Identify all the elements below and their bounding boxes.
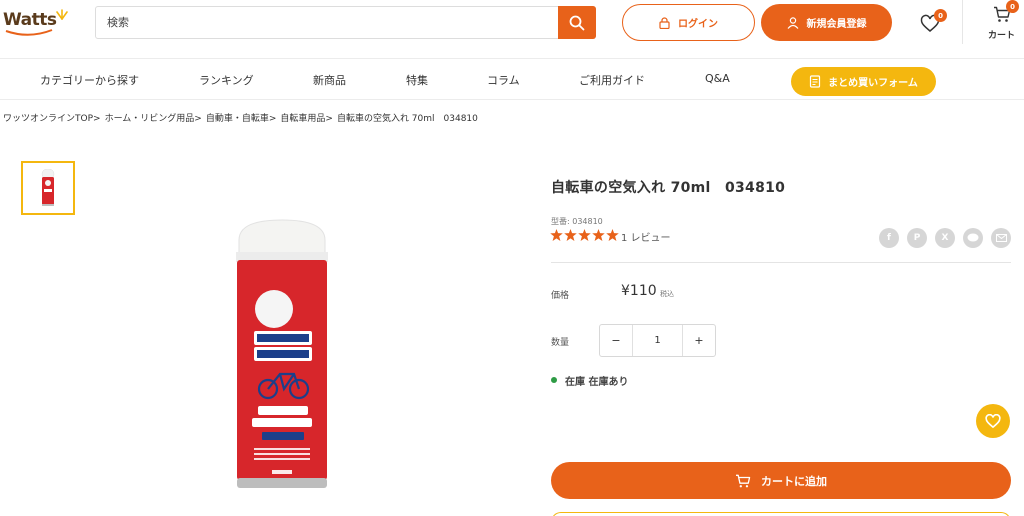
- login-label: ログイン: [678, 19, 718, 30]
- favorites-button[interactable]: 0: [920, 9, 947, 33]
- pinterest-icon[interactable]: P: [907, 228, 927, 248]
- site-header: Watts ログイン 新規会員登録: [0, 0, 1024, 58]
- add-to-cart-button[interactable]: カートに追加: [551, 462, 1011, 499]
- breadcrumb-item[interactable]: ホーム・リビング用品>: [105, 114, 202, 124]
- tax-label: 税込: [660, 290, 674, 298]
- quantity-stepper: − 1 +: [599, 324, 716, 357]
- star-icon: [592, 229, 605, 241]
- header-divider: [962, 0, 963, 44]
- register-label: 新規会員登録: [806, 19, 867, 30]
- add-to-cart-label: カートに追加: [761, 474, 827, 488]
- nav-item-feature[interactable]: 特集: [406, 72, 428, 88]
- logo[interactable]: Watts: [3, 8, 69, 38]
- cart-count-badge: 0: [1006, 0, 1019, 13]
- product-title: 自転車の空気入れ 70ml 034810: [551, 180, 786, 196]
- price-label: 価格: [551, 291, 570, 301]
- star-icon: [578, 229, 591, 241]
- secondary-button-partial[interactable]: [551, 512, 1011, 516]
- quantity-decrease-button[interactable]: −: [600, 325, 633, 356]
- stock-status: 在庫 在庫あり: [565, 377, 629, 388]
- logo-text: Watts: [3, 10, 57, 30]
- product-main-image[interactable]: [228, 214, 336, 494]
- search-button[interactable]: [558, 6, 596, 39]
- breadcrumb-item[interactable]: ワッツオンラインTOP>: [3, 114, 101, 124]
- search-icon: [569, 15, 585, 30]
- add-to-favorites-button[interactable]: [976, 404, 1010, 438]
- nav-item-faq[interactable]: Q&A: [705, 72, 730, 85]
- heart-icon: [985, 413, 1001, 428]
- nav-item-category[interactable]: カテゴリーから探す: [40, 72, 139, 88]
- user-icon: [787, 16, 798, 29]
- bulk-order-label: まとめ買いフォーム: [828, 78, 918, 89]
- search-box: [95, 6, 596, 39]
- star-icon: [564, 229, 577, 241]
- breadcrumb-item[interactable]: 自動車・自転車>: [206, 114, 277, 124]
- cart-label: カート: [988, 31, 1016, 41]
- stock-status-dot: [551, 377, 557, 383]
- nav-item-new[interactable]: 新商品: [313, 72, 346, 88]
- cart-icon: [736, 474, 751, 487]
- document-icon: [810, 75, 821, 88]
- quantity-increase-button[interactable]: +: [682, 325, 715, 356]
- divider: [551, 262, 1011, 263]
- logo-swoosh-icon: [5, 29, 53, 36]
- register-button[interactable]: 新規会員登録: [761, 4, 892, 41]
- search-input[interactable]: [96, 7, 560, 38]
- star-icon: [606, 229, 619, 241]
- share-buttons: f P X: [879, 228, 1011, 248]
- star-icon: [550, 229, 563, 241]
- login-button[interactable]: ログイン: [622, 4, 755, 41]
- quantity-label: 数量: [551, 338, 570, 348]
- favorites-count-badge: 0: [934, 9, 947, 22]
- nav-item-guide[interactable]: ご利用ガイド: [579, 72, 645, 88]
- breadcrumb-current: 自転車の空気入れ 70ml 034810: [336, 114, 478, 124]
- global-nav: カテゴリーから探す ランキング 新商品 特集 コラム ご利用ガイド Q&A まと…: [0, 58, 1024, 100]
- cart-button[interactable]: 0 カート: [986, 0, 1020, 42]
- mail-icon[interactable]: [991, 228, 1011, 248]
- price-value: ¥110: [621, 283, 657, 299]
- quantity-input[interactable]: 1: [633, 325, 682, 356]
- breadcrumb: ワッツオンラインTOP> ホーム・リビング用品> 自動車・自転車> 自転車用品> 自転車…: [3, 111, 482, 124]
- product-thumbnail-image: [41, 169, 55, 206]
- facebook-icon[interactable]: f: [879, 228, 899, 248]
- product-thumbnail[interactable]: [21, 161, 75, 215]
- product-model: 型番: 034810: [551, 217, 603, 226]
- x-icon[interactable]: X: [935, 228, 955, 248]
- lock-icon: [659, 16, 670, 29]
- bulk-order-button[interactable]: まとめ買いフォーム: [791, 67, 936, 96]
- line-icon[interactable]: [963, 228, 983, 248]
- review-count-link[interactable]: 1 レビュー: [621, 229, 671, 244]
- rating-stars[interactable]: [550, 229, 619, 241]
- logo-sun-icon: [56, 9, 68, 20]
- nav-item-ranking[interactable]: ランキング: [199, 72, 254, 88]
- breadcrumb-item[interactable]: 自転車用品>: [280, 114, 333, 124]
- nav-item-column[interactable]: コラム: [487, 72, 520, 88]
